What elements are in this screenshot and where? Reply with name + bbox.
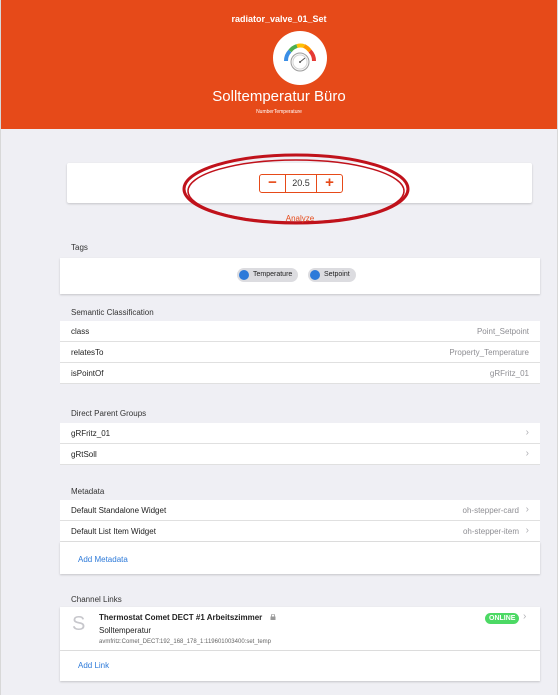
row-value: oh-stepper-item: [462, 527, 519, 536]
row-key: class: [71, 327, 90, 336]
thing-label: Thermostat Comet DECT #1 Arbeitszimmer: [99, 613, 263, 622]
item-details-page: radiator_valve_01_Set Solltemperatur Bür…: [0, 0, 558, 695]
lock-icon: [270, 614, 276, 620]
metadata-row-list-item[interactable]: Default List Item Widget oh-stepper-item…: [60, 521, 540, 542]
metadata-title: Metadata: [71, 487, 105, 496]
group-item-grfritz[interactable]: gRFritz_01 ›: [60, 423, 540, 444]
semantic-row-class: class Point_Setpoint: [60, 321, 540, 342]
item-type: NumberTemperature: [256, 109, 302, 115]
tag-label: Temperature: [253, 271, 293, 278]
group-item-grtsoll[interactable]: gRtSoll ›: [60, 444, 540, 465]
row-value: oh-stepper-card: [462, 506, 519, 515]
item-name: radiator_valve_01_Set: [231, 14, 327, 24]
channel-label: Solltemperatur: [99, 626, 152, 635]
add-metadata-row: [60, 542, 540, 574]
row-value: Property_Temperature: [449, 348, 529, 357]
item-label: Solltemperatur Büro: [212, 88, 346, 105]
chevron-right-icon: ›: [523, 611, 527, 622]
item-header: radiator_valve_01_Set Solltemperatur Bür…: [1, 0, 557, 129]
gauge-icon: [273, 31, 327, 85]
channels-title: Channel Links: [71, 595, 122, 604]
tag-label: Setpoint: [324, 271, 350, 278]
chevron-right-icon: ›: [525, 525, 529, 536]
chevron-right-icon: ›: [525, 448, 529, 459]
row-value: Point_Setpoint: [476, 327, 529, 336]
chevron-right-icon: ›: [525, 427, 529, 438]
semantic-row-is-point-of: isPointOf gRFritz_01: [60, 363, 540, 384]
semantic-row-relates-to: relatesTo Property_Temperature: [60, 342, 540, 363]
add-metadata-link[interactable]: Add Metadata: [78, 555, 128, 564]
add-link-row: [60, 651, 540, 681]
tags-card: [60, 258, 540, 294]
group-name: gRFritz_01: [71, 429, 111, 438]
row-value: gRFritz_01: [489, 369, 529, 378]
tag-chip-temperature: Temperature: [237, 268, 299, 282]
row-key: isPointOf: [71, 369, 104, 378]
groups-title: Direct Parent Groups: [71, 409, 147, 418]
row-key: Default Standalone Widget: [71, 506, 167, 515]
analyze-link[interactable]: Analyze: [1, 214, 558, 223]
channel-uid: avmfritz:Comet_DECT:192_168_178_1:119601…: [99, 639, 272, 645]
channel-avatar: S: [72, 613, 86, 635]
row-key: Default List Item Widget: [71, 527, 156, 536]
tags-title: Tags: [71, 243, 88, 252]
chevron-right-icon: ›: [525, 504, 529, 515]
metadata-row-standalone[interactable]: Default Standalone Widget oh-stepper-car…: [60, 500, 540, 521]
group-name: gRtSoll: [71, 450, 97, 459]
tag-icon: [239, 270, 249, 280]
semantic-title: Semantic Classification: [71, 308, 154, 317]
tag-chip-setpoint: Setpoint: [308, 268, 356, 282]
status-badge: ONLINE: [485, 613, 520, 624]
tag-icon: [310, 270, 320, 280]
row-key: relatesTo: [71, 348, 104, 357]
add-link-button[interactable]: Add Link: [78, 661, 109, 670]
